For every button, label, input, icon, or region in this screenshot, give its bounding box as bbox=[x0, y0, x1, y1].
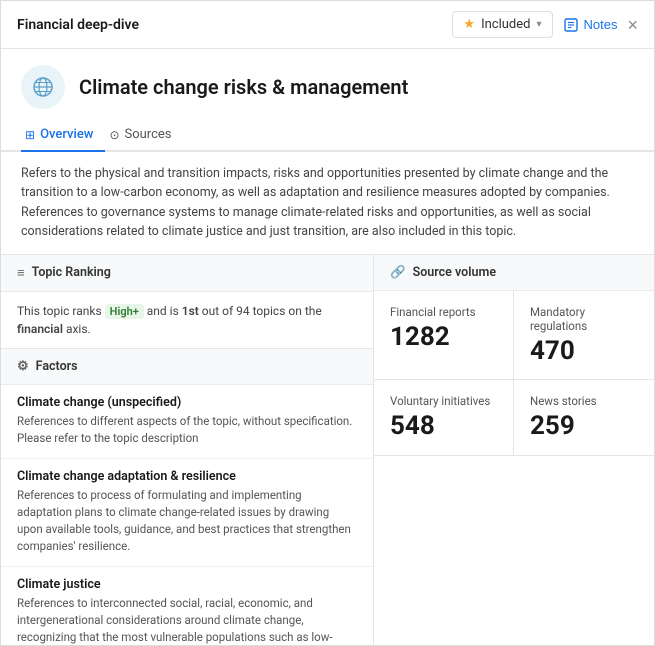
tab-overview-label: Overview bbox=[40, 127, 93, 142]
source-cell-financial: Financial reports 1282 bbox=[374, 291, 514, 381]
factor-item: Climate justice References to interconne… bbox=[1, 567, 373, 645]
tab-sources[interactable]: ⊙ Sources bbox=[105, 119, 183, 152]
topic-title: Climate change risks & management bbox=[79, 75, 408, 99]
rank-badge: High+ bbox=[105, 304, 144, 319]
source-cell-voluntary: Voluntary initiatives 548 bbox=[374, 380, 514, 456]
topic-ranking-label: Topic Ranking bbox=[32, 265, 111, 280]
ranking-text-before: This topic ranks bbox=[17, 304, 102, 318]
source-grid: Financial reports 1282 Mandatory regulat… bbox=[374, 291, 654, 456]
tab-sources-label: Sources bbox=[125, 127, 172, 142]
close-button[interactable]: × bbox=[627, 16, 638, 34]
header-controls: ★ Included ▾ Notes × bbox=[452, 11, 638, 38]
factor-title: Climate change adaptation & resilience bbox=[17, 469, 357, 484]
factor-item: Climate change (unspecified) References … bbox=[1, 385, 373, 459]
factors-icon: ⚙ bbox=[17, 359, 29, 374]
ranking-icon: ≡ bbox=[17, 265, 25, 281]
included-label: Included bbox=[481, 17, 530, 32]
star-icon: ★ bbox=[463, 17, 475, 32]
ranking-axis: financial bbox=[17, 322, 63, 336]
source-cell-label: Voluntary initiatives bbox=[390, 394, 497, 408]
sources-tab-icon: ⊙ bbox=[109, 128, 119, 142]
factor-title: Climate change (unspecified) bbox=[17, 395, 357, 410]
source-cell-label: Financial reports bbox=[390, 305, 497, 319]
source-volume-label: Source volume bbox=[413, 265, 496, 280]
topic-description: Refers to the physical and transition im… bbox=[1, 152, 654, 255]
source-cell-label: Mandatory regulations bbox=[530, 305, 638, 333]
notes-label: Notes bbox=[584, 17, 618, 32]
factor-desc: References to process of formulating and… bbox=[17, 487, 357, 556]
left-panel: ≡ Topic Ranking This topic ranks High+ a… bbox=[1, 255, 374, 645]
topic-ranking-content: This topic ranks High+ and is 1st out of… bbox=[1, 292, 373, 350]
notes-button[interactable]: Notes bbox=[563, 17, 618, 33]
chevron-down-icon: ▾ bbox=[536, 19, 541, 30]
right-panel: 🔗 Source volume Financial reports 1282 M… bbox=[374, 255, 654, 645]
source-cell-value: 548 bbox=[390, 412, 497, 441]
ranking-text-middle: and is bbox=[147, 304, 179, 318]
notes-icon bbox=[563, 17, 579, 33]
source-volume-header: 🔗 Source volume bbox=[374, 255, 654, 291]
factor-item: Climate change adaptation & resilience R… bbox=[1, 459, 373, 567]
factors-label: Factors bbox=[36, 359, 78, 374]
source-cell-label: News stories bbox=[530, 394, 638, 408]
main-content: ≡ Topic Ranking This topic ranks High+ a… bbox=[1, 255, 654, 645]
factor-desc: References to different aspects of the t… bbox=[17, 413, 357, 448]
factor-title: Climate justice bbox=[17, 577, 357, 592]
included-dropdown[interactable]: ★ Included ▾ bbox=[452, 11, 552, 38]
globe-icon bbox=[31, 75, 55, 99]
source-cell-value: 1282 bbox=[390, 323, 497, 352]
topic-ranking-header: ≡ Topic Ranking bbox=[1, 255, 373, 292]
source-cell-value: 470 bbox=[530, 337, 638, 366]
topic-icon-container bbox=[21, 65, 65, 109]
ranking-text-end: axis. bbox=[66, 322, 91, 336]
page-header: Financial deep-dive ★ Included ▾ Notes × bbox=[1, 1, 654, 49]
source-cell-value: 259 bbox=[530, 412, 638, 441]
page-title: Financial deep-dive bbox=[17, 17, 139, 33]
tab-overview[interactable]: ⊞ Overview bbox=[21, 119, 105, 152]
topic-header: Climate change risks & management bbox=[1, 49, 654, 119]
tab-bar: ⊞ Overview ⊙ Sources bbox=[1, 119, 654, 152]
ranking-position: 1st bbox=[182, 304, 199, 318]
source-cell-news: News stories 259 bbox=[514, 380, 654, 456]
factors-header: ⚙ Factors bbox=[1, 349, 373, 385]
source-volume-icon: 🔗 bbox=[390, 265, 406, 280]
overview-tab-icon: ⊞ bbox=[25, 128, 35, 142]
source-cell-mandatory: Mandatory regulations 470 bbox=[514, 291, 654, 381]
ranking-text-after: out of 94 topics on the bbox=[202, 304, 322, 318]
factor-desc: References to interconnected social, rac… bbox=[17, 595, 357, 645]
